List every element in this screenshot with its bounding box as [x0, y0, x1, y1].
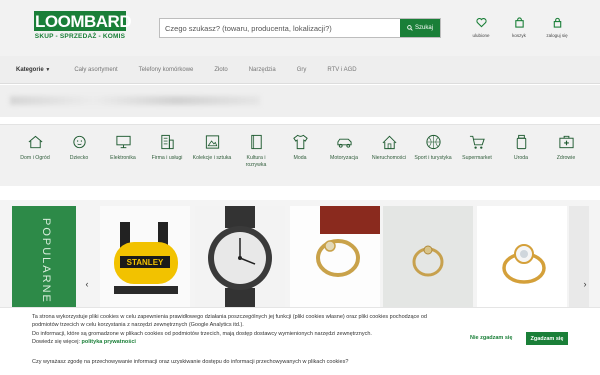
product-card[interactable]: STANLEY	[100, 206, 190, 308]
product-image: STANLEY	[100, 206, 190, 308]
logo[interactable]: LOOMBARD SKUP - SPRZEDAŻ - KOMIS	[34, 11, 132, 40]
category-electronics[interactable]: Elektronika	[103, 133, 143, 162]
nav-item-all[interactable]: Cały asortyment	[74, 67, 117, 73]
popular-products: POPULARNE ‹ STANLEY ›	[0, 200, 600, 316]
ball-icon	[425, 134, 441, 150]
category-label: Firma i usługi	[151, 155, 183, 161]
category-child[interactable]: Dziecko	[59, 133, 99, 162]
category-label: Zdrowie	[556, 155, 576, 161]
product-card[interactable]	[477, 206, 567, 308]
category-bar: Dom i Ogród Dziecko Elektronika Firma i …	[0, 124, 600, 186]
category-business[interactable]: Firma i usługi	[147, 133, 187, 162]
search-button-label: Szukaj	[414, 25, 433, 31]
product-card[interactable]	[569, 206, 589, 308]
category-label: Nieruchomości	[371, 155, 407, 161]
nav-item-phones[interactable]: Telefony komórkowe	[139, 67, 194, 73]
category-home-garden[interactable]: Dom i Ogród	[15, 133, 55, 162]
product-image	[290, 206, 380, 308]
main-nav: Kategorie ▼ Cały asortyment Telefony kom…	[0, 56, 600, 84]
product-image	[477, 206, 567, 308]
category-automotive[interactable]: Motoryzacja	[324, 133, 364, 162]
chevron-left-icon: ‹	[85, 279, 89, 289]
monitor-icon	[115, 135, 131, 149]
search-button[interactable]: Szukaj	[400, 19, 440, 37]
accept-button[interactable]: Zgadzam się	[526, 332, 568, 345]
medkit-icon	[558, 135, 574, 149]
favorites-label: ulubione	[472, 33, 490, 38]
cookie-text-1: Ta strona wykorzystuje pliki cookies w c…	[32, 314, 427, 329]
category-label: Sport i turystyka	[414, 155, 452, 161]
baby-icon	[72, 135, 86, 149]
logo-subtitle: SKUP - SPRZEDAŻ - KOMIS	[34, 33, 126, 40]
frame-icon	[205, 135, 219, 149]
category-label: Kultura i rozrywka	[245, 155, 267, 169]
chevron-down-icon: ▼	[45, 66, 51, 73]
category-collections[interactable]: Kolekcje i sztuka	[192, 133, 232, 162]
category-health[interactable]: Zdrowie	[546, 133, 586, 162]
privacy-policy-link[interactable]: polityka prywatności	[82, 339, 136, 345]
category-label: Supermarket	[462, 155, 492, 161]
search-icon	[407, 25, 413, 31]
product-image	[195, 206, 285, 308]
category-supermarket[interactable]: Supermarket	[457, 133, 497, 162]
product-image	[383, 206, 473, 308]
carousel-prev-button[interactable]: ‹	[80, 276, 94, 292]
bottle-icon	[516, 134, 526, 150]
heart-icon	[475, 18, 487, 28]
nav-categories[interactable]: Kategorie ▼	[16, 67, 50, 73]
bag-icon	[514, 17, 524, 28]
nav-item-gold[interactable]: Złoto	[214, 67, 227, 73]
nav-item-tools[interactable]: Narzędzia	[249, 67, 276, 73]
car-icon	[336, 138, 352, 148]
carousel-next-button[interactable]: ›	[578, 276, 592, 292]
cookie-text-2: Do informacji, które są gromadzone w pli…	[32, 330, 372, 337]
category-fashion[interactable]: Moda	[280, 133, 320, 162]
decline-button[interactable]: Nie zgadzam się	[470, 335, 513, 341]
nav-categories-label: Kategorie	[16, 66, 44, 73]
nav-item-games[interactable]: Gry	[297, 67, 307, 73]
category-label: Dom i Ogród	[20, 155, 50, 161]
book-icon	[250, 134, 262, 150]
cart-icon	[469, 135, 485, 149]
product-card[interactable]	[290, 206, 380, 308]
product-image	[569, 206, 589, 308]
svg-text:STANLEY: STANLEY	[127, 258, 164, 267]
category-label: Dziecko	[69, 155, 89, 161]
home-icon	[382, 135, 396, 150]
lock-icon	[553, 17, 561, 28]
cookie-text-3: Dowiedz się więcej:	[32, 338, 80, 345]
category-label: Uroda	[513, 155, 529, 161]
category-label: Moda	[293, 155, 307, 161]
category-culture[interactable]: Kultura i rozrywka	[236, 133, 276, 169]
favorites-link[interactable]: ulubione	[462, 17, 500, 38]
header: LOOMBARD SKUP - SPRZEDAŻ - KOMIS Szukaj …	[0, 0, 600, 56]
cookie-text: Ta strona wykorzystuje pliki cookies w c…	[32, 313, 452, 346]
shirt-icon	[292, 134, 308, 150]
banner[interactable]	[0, 85, 600, 117]
login-link[interactable]: zaloguj się	[538, 17, 576, 38]
nav-item-rtv[interactable]: RTV i AGD	[327, 67, 356, 73]
cookie-question: Czy wyrażasz zgodę na przechowywanie inf…	[32, 359, 349, 365]
category-label: Motoryzacja	[330, 155, 358, 161]
category-sport[interactable]: Sport i turystyka	[413, 133, 453, 162]
building-icon	[160, 134, 174, 150]
category-beauty[interactable]: Uroda	[501, 133, 541, 162]
popular-panel: POPULARNE	[12, 206, 76, 316]
cookie-consent: Ta strona wykorzystuje pliki cookies w c…	[0, 307, 600, 375]
product-card[interactable]	[195, 206, 285, 308]
chevron-right-icon: ›	[583, 279, 587, 289]
search-bar: Szukaj	[159, 18, 441, 38]
category-label: Kolekcje i sztuka	[192, 155, 232, 161]
cart-label: koszyk	[512, 33, 526, 38]
search-input[interactable]	[160, 19, 400, 37]
category-real-estate[interactable]: Nieruchomości	[369, 133, 409, 162]
login-label: zaloguj się	[546, 33, 568, 38]
cart-link[interactable]: koszyk	[500, 17, 538, 38]
logo-text: LOOMBARD	[34, 11, 132, 31]
category-label: Elektronika	[110, 155, 136, 161]
popular-label: POPULARNE	[40, 218, 52, 304]
house-icon	[28, 135, 42, 149]
product-card[interactable]	[383, 206, 473, 308]
